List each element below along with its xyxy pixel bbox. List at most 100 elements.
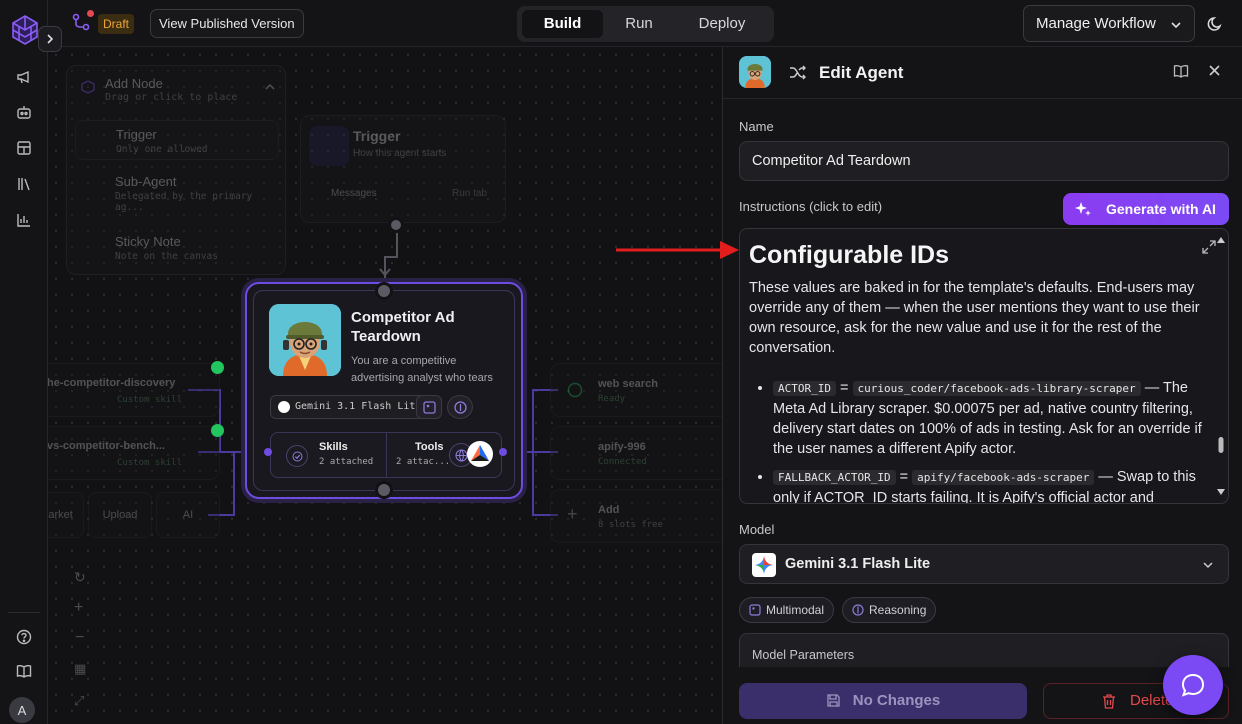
skills-port[interactable] (264, 448, 272, 456)
brain-icon (852, 604, 864, 616)
edit-agent-panel: Edit Agent Name Competitor Ad Teardown I… (722, 47, 1242, 724)
theme-toggle-moon-icon[interactable] (1207, 15, 1224, 32)
agent-node-inner: Competitor Ad Teardown You are a competi… (253, 290, 515, 491)
skills-tools-box[interactable]: Skills 2 attached Tools 2 attac... (270, 432, 502, 478)
canvas-controls: ↻ + − ▦ ⤢ (68, 557, 94, 717)
globe-icon (567, 382, 583, 398)
add-sticky-note-item[interactable]: Sticky Note Note on the canvas (75, 228, 279, 268)
zoom-in-icon[interactable]: + (74, 599, 83, 617)
instructions-list: ACTOR_ID = curious_coder/facebook-ads-li… (773, 378, 1211, 503)
skill-node-bench-name: vs-competitor-bench... (48, 440, 165, 452)
agent-output-port[interactable] (375, 481, 393, 499)
skills-count: 2 attached (319, 457, 374, 467)
zoom-out-icon[interactable]: − (75, 629, 84, 647)
trigger-node-icon (309, 126, 349, 166)
save-icon (827, 694, 840, 707)
add-node-panel: Add Node Drag or click to place Trigger … (66, 65, 286, 275)
cube-icon (81, 80, 95, 94)
market-button[interactable]: Market (48, 492, 84, 538)
workflow-canvas[interactable]: Add Node Drag or click to place Trigger … (48, 47, 722, 724)
tab-build[interactable]: Build (522, 10, 603, 38)
redo-icon[interactable]: ↻ (74, 569, 86, 586)
tab-run[interactable]: Run (606, 10, 672, 38)
apify-logo-icon (467, 441, 493, 467)
agent-model-pill[interactable]: Gemini 3.1 Flash Lite (270, 395, 431, 419)
add-trigger-title: Trigger (116, 127, 157, 142)
expand-editor-icon[interactable] (1201, 239, 1217, 255)
tool-apify-status: Connected (598, 457, 647, 467)
tool-node-apify[interactable]: apify-996 Connected (550, 426, 722, 480)
left-rail: A (0, 0, 62, 724)
instructions-label: Instructions (click to edit) (739, 199, 883, 214)
tools-port[interactable] (499, 448, 507, 456)
skill-node-discovery-name: he-competitor-discovery (48, 377, 176, 389)
megaphone-icon[interactable] (15, 68, 33, 86)
multimodal-label: Multimodal (766, 603, 825, 617)
tool-apify-name: apify-996 (598, 441, 646, 453)
trigger-messages: Messages (331, 188, 377, 199)
layout-icon[interactable] (15, 139, 33, 157)
grid-icon[interactable]: ▦ (74, 661, 86, 677)
docs-book-icon[interactable] (15, 662, 33, 680)
add-subagent-item[interactable]: Sub-Agent Delegated by the primary ag... (75, 168, 279, 213)
bar-chart-icon[interactable] (15, 211, 33, 229)
instructions-editor[interactable]: Configurable IDs These values are baked … (739, 228, 1229, 504)
view-published-button[interactable]: View Published Version (150, 9, 304, 38)
tool-node-add[interactable]: + Add 8 slots free (550, 489, 722, 543)
skill-node-bench-status: Custom skill (117, 458, 183, 468)
fallback-actor-value: apify/facebook-ads-scraper (912, 470, 1095, 485)
add-trigger-subtitle: Only one allowed (116, 144, 208, 155)
library-icon[interactable] (15, 175, 33, 193)
tools-label: Tools (415, 441, 444, 453)
close-icon[interactable] (1208, 64, 1221, 77)
chat-button[interactable] (1163, 655, 1223, 715)
chevron-up-icon[interactable] (265, 82, 275, 92)
multimodal-icon (416, 395, 442, 419)
manage-workflow-label: Manage Workflow (1036, 15, 1156, 32)
save-button-label: No Changes (852, 692, 941, 709)
shuffle-icon[interactable] (789, 64, 806, 81)
add-sticky-note-title: Sticky Note (115, 234, 181, 249)
bot-icon[interactable] (15, 103, 33, 121)
chat-bubble-icon (1181, 673, 1205, 697)
add-subagent-subtitle: Delegated by the primary ag... (115, 191, 253, 213)
save-button[interactable]: No Changes (739, 683, 1027, 719)
trigger-output-port[interactable] (388, 217, 404, 233)
rail-divider (8, 612, 40, 613)
model-select[interactable]: Gemini 3.1 Flash Lite (739, 544, 1229, 584)
agent-node[interactable]: Competitor Ad Teardown You are a competi… (245, 282, 523, 499)
help-icon[interactable] (15, 628, 33, 646)
skills-divider (386, 433, 387, 477)
upload-button[interactable]: Upload (88, 492, 152, 538)
skill-node-discovery-status: Custom skill (117, 395, 183, 405)
instructions-heading: Configurable IDs (749, 241, 950, 269)
skill-node-bench[interactable]: vs-competitor-bench... Custom skill (48, 426, 220, 480)
trigger-node[interactable]: Trigger How this agent starts Messages R… (300, 115, 506, 223)
tool-node-web-search[interactable]: web search Ready (550, 363, 722, 417)
agent-model-label: Gemini 3.1 Flash Lite (295, 401, 422, 412)
user-avatar[interactable]: A (9, 697, 35, 723)
reasoning-icon (447, 395, 473, 419)
panel-title: Edit Agent (819, 63, 904, 82)
trigger-run-tab: Run tab (451, 188, 487, 199)
ai-button[interactable]: AI (156, 492, 220, 538)
agent-input-port[interactable] (375, 282, 393, 300)
gemini-logo-icon (752, 553, 776, 577)
plus-icon: + (567, 504, 578, 524)
tab-deploy[interactable]: Deploy (677, 10, 767, 38)
model-label: Model (739, 522, 775, 537)
upload-label: Upload (102, 509, 138, 521)
trigger-node-subtitle: How this agent starts (353, 148, 447, 159)
add-trigger-item[interactable]: Trigger Only one allowed (75, 120, 279, 160)
instructions-scrollbar[interactable] (1216, 235, 1226, 497)
tool-add-status: 8 slots free (598, 520, 664, 530)
manage-workflow-dropdown[interactable]: Manage Workflow (1023, 5, 1195, 42)
generate-with-ai-button[interactable]: Generate with AI (1063, 193, 1229, 225)
tool-add-name: Add (598, 504, 620, 516)
book-open-icon[interactable] (1173, 63, 1189, 79)
app-logo-icon[interactable] (11, 14, 39, 50)
skill-node-discovery[interactable]: he-competitor-discovery Custom skill (48, 363, 220, 417)
expand-sidebar-button[interactable] (38, 26, 62, 52)
name-field[interactable]: Competitor Ad Teardown (739, 141, 1229, 181)
fit-view-icon[interactable]: ⤢ (74, 693, 84, 709)
